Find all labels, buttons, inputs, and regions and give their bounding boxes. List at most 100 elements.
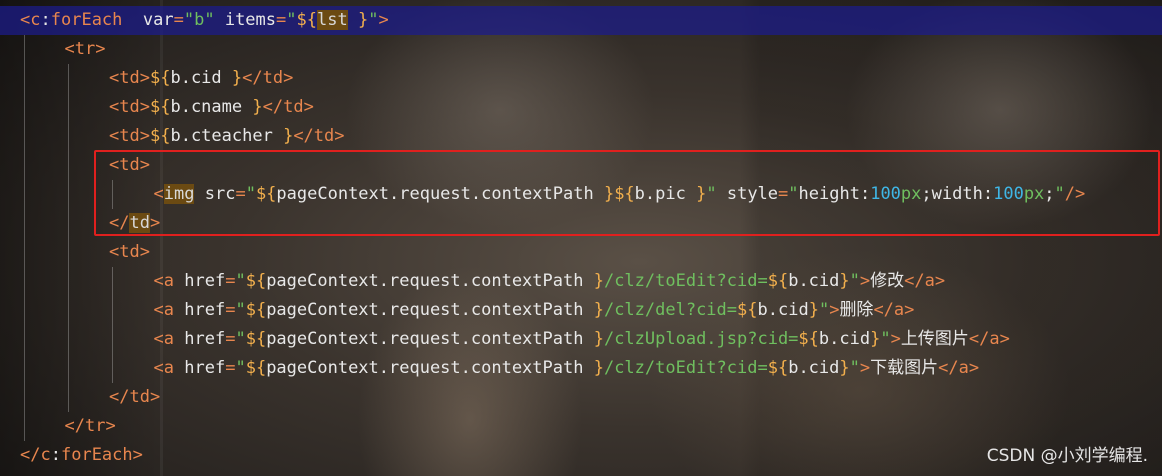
code-token: c <box>30 10 41 30</box>
code-token: href <box>184 300 226 320</box>
code-line[interactable]: </tr> <box>0 412 1162 441</box>
code-token: c <box>40 445 51 465</box>
code-text: </tr> <box>65 412 116 441</box>
code-token: href <box>184 329 226 349</box>
code-token: tr <box>84 416 106 436</box>
code-token: = <box>173 10 184 30</box>
code-token: > <box>890 329 901 349</box>
code-token: > <box>968 358 980 378</box>
code-line[interactable]: <td> <box>0 238 1162 267</box>
code-token: " <box>880 329 891 349</box>
code-token: > <box>139 97 150 117</box>
code-line[interactable]: <c:forEach var="b" items="${lst }"> <box>0 6 1162 35</box>
code-text: <a href="${pageContext.request.contextPa… <box>154 296 915 325</box>
code-text: </td> <box>109 383 160 412</box>
code-token: ${ <box>245 300 267 320</box>
code-line[interactable]: <td>${b.cid }</td> <box>0 64 1162 93</box>
code-token: lst <box>317 10 348 30</box>
code-line[interactable]: </td> <box>0 383 1162 412</box>
code-token: " <box>368 10 379 30</box>
code-token: ${ <box>245 358 267 378</box>
code-token: td <box>262 68 284 88</box>
code-token: < <box>109 242 120 262</box>
code-token: < <box>109 126 120 146</box>
code-token: td <box>119 126 140 146</box>
code-token: a <box>163 271 174 291</box>
code-text: <td>${b.cname }</td> <box>109 93 314 122</box>
code-token: 下载图片 <box>870 358 939 378</box>
code-line[interactable]: <td>${b.cname }</td> <box>0 93 1162 122</box>
code-token: > <box>334 126 345 146</box>
code-token: </ <box>968 329 990 349</box>
code-token: href <box>184 358 226 378</box>
code-token: ${ <box>149 97 171 117</box>
code-token: ${ <box>245 329 267 349</box>
code-token: ${ <box>737 300 758 320</box>
code-token: } <box>231 68 243 88</box>
code-token: a <box>163 358 174 378</box>
code-token: b.cid <box>757 300 809 320</box>
code-token: ${ <box>767 271 789 291</box>
code-token: > <box>303 97 314 117</box>
code-token: = <box>225 358 236 378</box>
code-token: b.cname <box>170 97 253 117</box>
code-token: items <box>224 10 277 30</box>
code-token: } <box>839 271 850 291</box>
code-token: } <box>357 10 369 30</box>
code-token: " <box>235 271 246 291</box>
code-token: </ <box>293 126 314 146</box>
code-token: pageContext.request.contextPath <box>266 358 594 378</box>
code-text: <a href="${pageContext.request.contextPa… <box>154 325 1010 354</box>
code-token: </ <box>873 300 894 320</box>
code-token: href <box>184 271 226 291</box>
watermark: CSDN @小刘学编程. <box>986 446 1148 466</box>
code-line[interactable]: <a href="${pageContext.request.contextPa… <box>0 325 1162 354</box>
code-token: td <box>129 387 150 407</box>
code-token: } <box>839 358 850 378</box>
code-token: </ <box>242 68 263 88</box>
code-token: </ <box>64 416 85 436</box>
code-token: forEach <box>60 445 133 465</box>
code-token: > <box>132 445 143 465</box>
code-token: b.cid <box>818 329 871 349</box>
code-token: 删除 <box>839 300 874 320</box>
code-line[interactable]: <td>${b.cteacher }</td> <box>0 122 1162 151</box>
code-text: <a href="${pageContext.request.contextPa… <box>154 267 946 296</box>
indent-guide <box>112 267 113 383</box>
code-token: < <box>20 10 31 30</box>
code-token: /clzUpload.jsp?cid= <box>603 329 799 349</box>
code-token: > <box>378 10 389 30</box>
code-token: > <box>859 358 871 378</box>
code-token: " <box>849 271 860 291</box>
code-line[interactable]: <tr> <box>0 35 1162 64</box>
code-token: </ <box>904 271 925 291</box>
code-line[interactable]: <a href="${pageContext.request.contextPa… <box>0 296 1162 325</box>
code-token: a <box>163 329 174 349</box>
code-token: > <box>105 416 116 436</box>
code-token: a <box>958 358 969 378</box>
code-token: td <box>119 97 140 117</box>
code-token: = <box>225 329 236 349</box>
code-token: = <box>225 300 236 320</box>
code-text: </c:forEach> <box>20 441 143 470</box>
code-text: <td>${b.cid }</td> <box>109 64 293 93</box>
code-line[interactable]: <a href="${pageContext.request.contextPa… <box>0 354 1162 383</box>
code-token: > <box>999 329 1010 349</box>
code-token: > <box>149 387 161 407</box>
code-editor[interactable]: <c:forEach var="b" items="${lst }"> <tr> <… <box>0 0 1162 476</box>
code-token: > <box>95 39 106 59</box>
code-text: <td>${b.cteacher }</td> <box>109 122 345 151</box>
code-token: < <box>153 329 164 349</box>
code-text: <tr> <box>65 35 106 64</box>
code-token: = <box>225 271 236 291</box>
code-token: " <box>235 329 246 349</box>
code-token: ${ <box>767 358 789 378</box>
code-token: > <box>829 300 840 320</box>
code-token: a <box>893 300 905 320</box>
code-token: 上传图片 <box>900 329 969 349</box>
code-line[interactable]: <a href="${pageContext.request.contextPa… <box>0 267 1162 296</box>
code-token: b.cid <box>788 358 840 378</box>
